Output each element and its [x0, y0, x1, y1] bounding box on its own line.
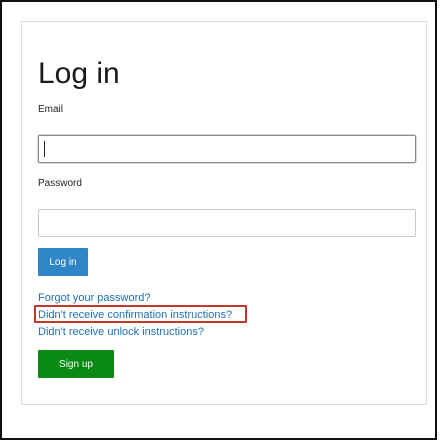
signup-button[interactable]: Sign up: [38, 350, 114, 378]
password-field[interactable]: [38, 209, 416, 237]
password-label: Password: [38, 178, 82, 189]
login-panel: Log in Email Password Log in Forgot your…: [21, 21, 427, 405]
text-caret: [44, 141, 45, 157]
email-label: Email: [38, 104, 64, 115]
forgot-password-link[interactable]: Forgot your password?: [38, 291, 151, 305]
confirmation-instructions-link[interactable]: Didn't receive confirmation instructions…: [38, 308, 232, 322]
unlock-instructions-link[interactable]: Didn't receive unlock instructions?: [38, 325, 204, 339]
page-title: Log in: [38, 57, 120, 90]
login-button[interactable]: Log in: [38, 248, 88, 276]
email-field[interactable]: [38, 135, 416, 163]
